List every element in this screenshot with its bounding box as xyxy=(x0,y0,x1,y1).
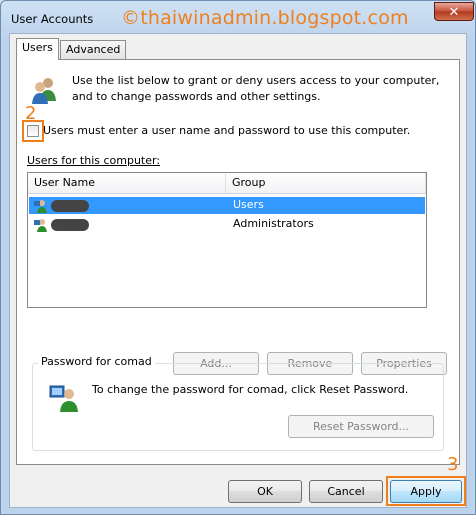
table-row[interactable]: Administrators xyxy=(29,216,425,233)
annotation-marker-3: 3 xyxy=(447,454,459,475)
ok-button-label: OK xyxy=(257,485,273,498)
password-info-text: To change the password for comad, click … xyxy=(92,383,409,396)
require-login-checkbox[interactable] xyxy=(27,125,39,137)
column-group-label: Group xyxy=(232,176,266,189)
close-icon: ✕ xyxy=(448,5,460,20)
cancel-button-label: Cancel xyxy=(327,485,365,498)
column-group[interactable]: Group xyxy=(226,173,426,193)
column-user-name[interactable]: User Name xyxy=(28,173,226,193)
title-bar[interactable]: User Accounts ©thaiwinadmin.blogspot.com… xyxy=(1,1,475,33)
window-title: User Accounts xyxy=(11,12,94,26)
tab-users-label: Users xyxy=(22,41,53,54)
tab-advanced[interactable]: Advanced xyxy=(60,40,127,59)
user-icon xyxy=(34,200,47,213)
user-group-cell: Users xyxy=(233,198,264,211)
require-login-label[interactable]: Users must enter a user name and passwor… xyxy=(43,124,410,137)
users-icon xyxy=(32,78,56,104)
intro-line-2: and to change passwords and other settin… xyxy=(72,90,321,103)
user-accounts-window: User Accounts ©thaiwinadmin.blogspot.com… xyxy=(0,0,476,515)
users-list[interactable]: User Name Group Users Administrators xyxy=(27,172,427,308)
ok-button[interactable]: OK xyxy=(228,480,302,503)
reset-password-button[interactable]: Reset Password... xyxy=(288,415,434,438)
apply-button-label: Apply xyxy=(410,485,442,498)
dialog-client-area: Users Advanced Use the list below to gra… xyxy=(9,33,467,508)
user-icon xyxy=(34,219,47,232)
cancel-button[interactable]: Cancel xyxy=(309,480,383,503)
intro-line-1: Use the list below to grant or deny user… xyxy=(72,74,440,87)
user-password-icon xyxy=(49,385,78,412)
table-row[interactable]: Users xyxy=(29,197,425,214)
reset-password-button-label: Reset Password... xyxy=(312,420,410,433)
redacted-user-name xyxy=(51,219,89,231)
password-group-title: Password for comad xyxy=(38,355,155,368)
users-list-label: Users for this computer: xyxy=(27,154,161,167)
tab-users[interactable]: Users xyxy=(16,38,59,60)
column-user-name-label: User Name xyxy=(34,176,96,189)
redacted-user-name xyxy=(51,200,89,212)
tab-advanced-label: Advanced xyxy=(66,43,121,56)
watermark: ©thaiwinadmin.blogspot.com xyxy=(121,7,409,29)
close-button[interactable]: ✕ xyxy=(434,2,474,21)
apply-button[interactable]: Apply xyxy=(390,480,462,503)
users-list-header: User Name Group xyxy=(28,173,426,194)
user-group-cell: Administrators xyxy=(233,217,314,230)
